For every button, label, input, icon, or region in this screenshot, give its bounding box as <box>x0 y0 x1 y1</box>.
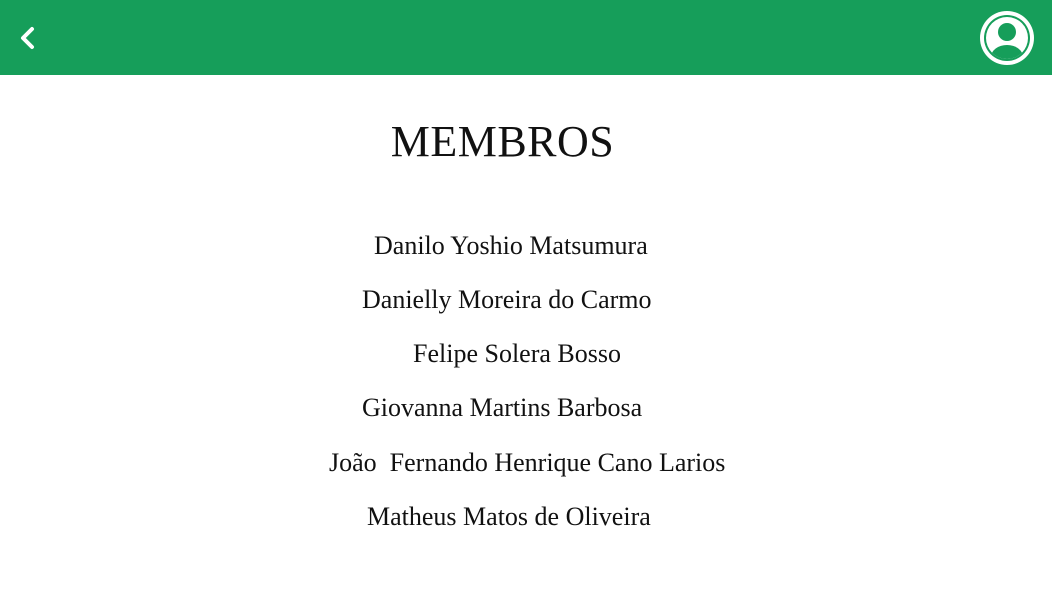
member-name: João Fernando Henrique Cano Larios <box>329 448 726 477</box>
page-title: MEMBROS <box>390 117 615 166</box>
member-name: Matheus Matos de Oliveira <box>367 502 651 531</box>
top-app-bar <box>0 0 1052 75</box>
member-name: Giovanna Martins Barbosa <box>362 393 643 422</box>
back-button[interactable] <box>12 22 44 54</box>
member-name: Danielly Moreira do Carmo <box>362 285 652 314</box>
profile-button[interactable] <box>978 9 1036 67</box>
user-circle-icon <box>980 11 1034 65</box>
chevron-left-icon <box>21 27 34 49</box>
member-name: Felipe Solera Bosso <box>413 339 621 368</box>
member-name: Danilo Yoshio Matsumura <box>374 231 648 260</box>
